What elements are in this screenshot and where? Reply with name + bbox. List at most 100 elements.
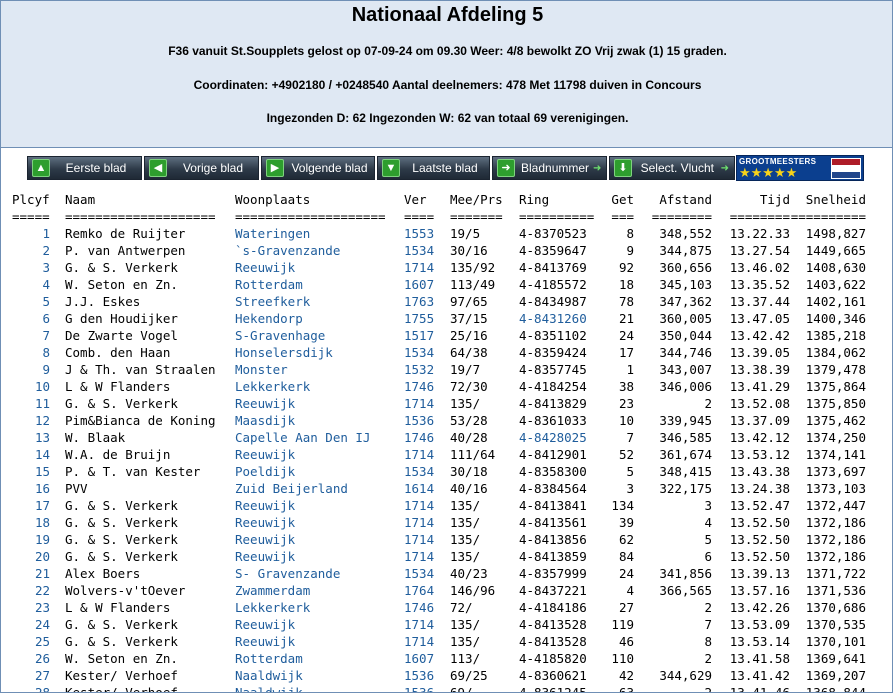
cell-woonplaats[interactable]: Capelle Aan Den IJ [235,429,370,446]
cell-woonplaats[interactable]: Reeuwijk [235,548,295,565]
cell-woonplaats[interactable]: Maasdijk [235,412,295,429]
cell-naam[interactable]: W. Seton en Zn. [65,276,178,293]
cell-woonplaats[interactable]: Monster [235,361,288,378]
last-page-button[interactable]: ▼ Laatste blad [377,156,490,180]
cell-naam[interactable]: W.A. de Bruijn [65,446,170,463]
cell-naam[interactable]: G. & S. Verkerk [65,531,178,548]
cell-ver[interactable]: 1536 [404,684,434,692]
cell-woonplaats[interactable]: S-Gravenhage [235,327,325,344]
cell-naam[interactable]: J & Th. van Straalen [65,361,216,378]
cell-naam[interactable]: P. & T. van Kester [65,463,200,480]
cell-ver[interactable]: 1532 [404,361,434,378]
cell-ver[interactable]: 1714 [404,548,434,565]
cell-tijd: 13.39.05 [729,345,790,360]
cell-woonplaats[interactable]: Poeldijk [235,463,295,480]
cell-ring: 4-8413561 [519,515,587,530]
cell-ver[interactable]: 1553 [404,225,434,242]
cell-ver[interactable]: 1714 [404,446,434,463]
cell-woonplaats[interactable]: Reeuwijk [235,497,295,514]
col-tijd: Tijd [759,192,790,207]
next-page-button[interactable]: ▶ Volgende blad [261,156,375,180]
cell-naam[interactable]: G. & S. Verkerk [65,514,178,531]
cell-naam[interactable]: G den Houdijker [65,310,178,327]
first-page-button[interactable]: ▲ Eerste blad [27,156,142,180]
cell-woonplaats[interactable]: Lekkerkerk [235,599,310,616]
cell-naam[interactable]: G. & S. Verkerk [65,259,178,276]
cell-ver[interactable]: 1517 [404,327,434,344]
cell-woonplaats[interactable]: Lekkerkerk [235,378,310,395]
cell-woonplaats[interactable]: Rotterdam [235,276,303,293]
cell-woonplaats[interactable]: Reeuwijk [235,395,295,412]
cell-ver[interactable]: 1714 [404,616,434,633]
cell-woonplaats[interactable]: Reeuwijk [235,259,295,276]
sep-woonplaats: ==================== [235,209,386,224]
cell-naam[interactable]: Comb. den Haan [65,344,170,361]
cell-ver[interactable]: 1534 [404,565,434,582]
cell-naam[interactable]: PVV [65,480,88,497]
cell-ver[interactable]: 1746 [404,599,434,616]
cell-naam[interactable]: P. van Antwerpen [65,242,185,259]
cell-naam[interactable]: L & W Flanders [65,378,170,395]
cell-naam[interactable]: L & W Flanders [65,599,170,616]
cell-woonplaats[interactable]: Wateringen [235,225,310,242]
cell-naam[interactable]: Remko de Ruijter [65,225,185,242]
cell-naam[interactable]: J.J. Eskes [65,293,140,310]
cell-ver[interactable]: 1755 [404,310,434,327]
table-row: 14 W.A. de Bruijn Reeuwijk 1714 111/64 4-8412… [1,446,892,463]
cell-ver[interactable]: 1536 [404,667,434,684]
cell-naam[interactable]: G. & S. Verkerk [65,548,178,565]
cell-ver[interactable]: 1534 [404,463,434,480]
cell-ver[interactable]: 1764 [404,582,434,599]
cell-naam[interactable]: G. & S. Verkerk [65,616,178,633]
previous-page-button[interactable]: ◀ Vorige blad [144,156,259,180]
select-flight-button[interactable]: ⬇ Select. Vlucht ➜ [609,156,735,180]
cell-naam[interactable]: Kester/ Verhoef [65,667,178,684]
cell-ver[interactable]: 1714 [404,514,434,531]
cell-ring: 4-8434987 [519,294,587,309]
cell-woonplaats[interactable]: Naaldwijk [235,684,303,692]
cell-naam[interactable]: W. Blaak [65,429,125,446]
cell-woonplaats[interactable]: Reeuwijk [235,633,295,650]
cell-ver[interactable]: 1763 [404,293,434,310]
cell-woonplaats[interactable]: Honselersdijk [235,344,333,361]
cell-naam[interactable]: Pim&Bianca de Koning [65,412,216,429]
cell-ver[interactable]: 1534 [404,344,434,361]
cell-naam[interactable]: G. & S. Verkerk [65,395,178,412]
cell-ver[interactable]: 1614 [404,480,434,497]
cell-woonplaats[interactable]: S- Gravenzande [235,565,340,582]
cell-ver[interactable]: 1746 [404,429,434,446]
cell-woonplaats[interactable]: Reeuwijk [235,514,295,531]
cell-naam[interactable]: Wolvers-v'tOever [65,582,185,599]
cell-naam[interactable]: G. & S. Verkerk [65,633,178,650]
cell-woonplaats[interactable]: Reeuwijk [235,616,295,633]
cell-ver[interactable]: 1607 [404,650,434,667]
cell-naam[interactable]: De Zwarte Vogel [65,327,178,344]
cell-woonplaats[interactable]: Zwammerdam [235,582,310,599]
cell-ver[interactable]: 1714 [404,633,434,650]
cell-ver[interactable]: 1714 [404,497,434,514]
cell-ring: 4-8357745 [519,362,587,377]
cell-ver[interactable]: 1714 [404,395,434,412]
cell-woonplaats[interactable]: Zuid Beijerland [235,480,348,497]
cell-ver[interactable]: 1746 [404,378,434,395]
cell-ring: 4-8351102 [519,328,587,343]
cell-woonplaats[interactable]: Streefkerk [235,293,310,310]
cell-ver[interactable]: 1714 [404,259,434,276]
cell-ver[interactable]: 1536 [404,412,434,429]
cell-ver[interactable]: 1607 [404,276,434,293]
cell-get: 7 [626,430,634,445]
cell-woonplaats[interactable]: Hekendorp [235,310,303,327]
cell-woonplaats[interactable]: `s-Gravenzande [235,242,340,259]
cell-naam[interactable]: W. Seton en Zn. [65,650,178,667]
cell-naam[interactable]: Kester/ Verhoef [65,684,178,692]
cell-woonplaats[interactable]: Rotterdam [235,650,303,667]
cell-woonplaats[interactable]: Reeuwijk [235,446,295,463]
cell-woonplaats[interactable]: Naaldwijk [235,667,303,684]
cell-ver[interactable]: 1714 [404,531,434,548]
cell-naam[interactable]: Alex Boers [65,565,140,582]
grootmeesters-banner[interactable]: GROOTMEESTERS ★★★★★ [736,155,864,181]
cell-woonplaats[interactable]: Reeuwijk [235,531,295,548]
cell-ver[interactable]: 1534 [404,242,434,259]
page-number-button[interactable]: ➜ Bladnummer ➜ [492,156,607,180]
cell-naam[interactable]: G. & S. Verkerk [65,497,178,514]
